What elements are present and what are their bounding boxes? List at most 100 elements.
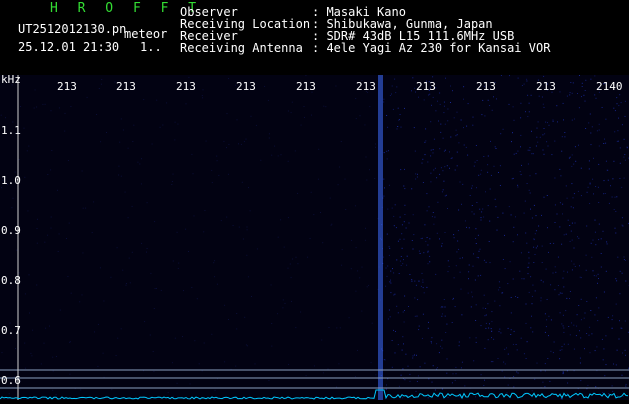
noise-speck — [508, 328, 509, 329]
noise-speck — [603, 359, 604, 360]
noise-speck — [85, 208, 86, 209]
noise-speck — [494, 166, 495, 167]
noise-speck — [497, 230, 498, 231]
noise-speck — [408, 306, 409, 307]
noise-speck — [364, 124, 365, 125]
noise-speck — [472, 125, 473, 126]
noise-speck — [487, 164, 488, 165]
noise-speck — [562, 293, 563, 294]
noise-speck — [453, 234, 454, 235]
noise-speck — [42, 104, 43, 105]
noise-speck — [27, 210, 28, 211]
noise-speck — [122, 270, 123, 271]
noise-speck — [532, 303, 533, 304]
noise-speck — [591, 144, 592, 145]
noise-speck — [103, 353, 104, 354]
noise-speck — [495, 199, 496, 200]
noise-speck — [174, 139, 175, 140]
noise-speck — [441, 246, 442, 247]
noise-speck — [304, 117, 305, 118]
noise-speck — [288, 268, 289, 269]
noise-speck — [547, 358, 548, 359]
noise-speck — [433, 365, 434, 366]
noise-speck — [612, 385, 613, 386]
noise-speck — [161, 290, 162, 291]
noise-speck — [580, 277, 581, 278]
noise-speck — [443, 189, 444, 190]
noise-speck — [514, 154, 515, 155]
noise-speck — [590, 133, 591, 134]
noise-speck — [541, 280, 542, 281]
noise-speck — [476, 243, 477, 244]
noise-speck — [310, 238, 311, 239]
noise-speck — [476, 187, 477, 188]
noise-speck — [226, 147, 227, 148]
noise-speck — [481, 217, 482, 218]
noise-speck — [141, 158, 142, 159]
noise-speck — [517, 234, 518, 235]
noise-speck — [331, 225, 332, 226]
noise-speck — [520, 117, 521, 118]
noise-speck — [445, 124, 446, 125]
noise-speck — [513, 386, 514, 387]
noise-speck — [340, 327, 341, 328]
noise-speck — [599, 124, 600, 125]
noise-speck — [472, 296, 473, 297]
noise-speck — [520, 103, 521, 104]
noise-speck — [441, 316, 442, 317]
noise-speck — [620, 147, 621, 148]
noise-speck — [471, 292, 472, 293]
noise-speck — [475, 228, 476, 229]
noise-speck — [456, 265, 457, 266]
noise-speck — [172, 181, 173, 182]
noise-speck — [545, 122, 546, 123]
noise-speck — [612, 197, 613, 198]
noise-speck — [568, 344, 569, 345]
x-tick-label: 213 — [236, 81, 256, 92]
noise-speck — [524, 353, 525, 354]
noise-speck — [71, 293, 72, 294]
noise-speck — [482, 100, 483, 101]
noise-speck — [440, 124, 441, 125]
noise-speck — [118, 175, 119, 176]
noise-speck — [321, 340, 322, 341]
noise-speck — [527, 116, 528, 117]
noise-speck — [615, 228, 616, 229]
noise-speck — [511, 214, 512, 215]
noise-speck — [484, 295, 485, 296]
noise-speck — [475, 396, 476, 397]
noise-speck — [586, 226, 587, 227]
noise-speck — [617, 130, 618, 131]
noise-speck — [116, 355, 117, 356]
noise-speck — [553, 273, 554, 274]
noise-speck — [562, 204, 563, 205]
noise-speck — [404, 379, 405, 380]
noise-speck — [622, 225, 623, 226]
noise-speck — [579, 330, 580, 331]
spectrogram-background — [0, 75, 629, 400]
noise-speck — [419, 326, 420, 327]
noise-speck — [434, 139, 435, 140]
noise-speck — [490, 262, 491, 263]
noise-speck — [550, 243, 551, 244]
noise-speck — [613, 161, 614, 162]
noise-speck — [214, 260, 215, 261]
noise-speck — [585, 80, 586, 81]
noise-speck — [277, 313, 278, 314]
noise-speck — [123, 130, 124, 131]
noise-speck — [548, 316, 549, 317]
mode-tag: meteor — [124, 28, 167, 40]
noise-speck — [442, 313, 443, 314]
noise-speck — [477, 160, 478, 161]
noise-speck — [375, 147, 376, 148]
noise-speck — [168, 392, 169, 393]
noise-speck — [604, 375, 605, 376]
noise-speck — [439, 238, 440, 239]
noise-speck — [153, 351, 154, 352]
noise-speck — [446, 373, 447, 374]
noise-speck — [560, 350, 561, 351]
noise-speck — [441, 340, 442, 341]
noise-speck — [524, 278, 525, 279]
noise-speck — [536, 137, 537, 138]
noise-speck — [51, 150, 52, 151]
